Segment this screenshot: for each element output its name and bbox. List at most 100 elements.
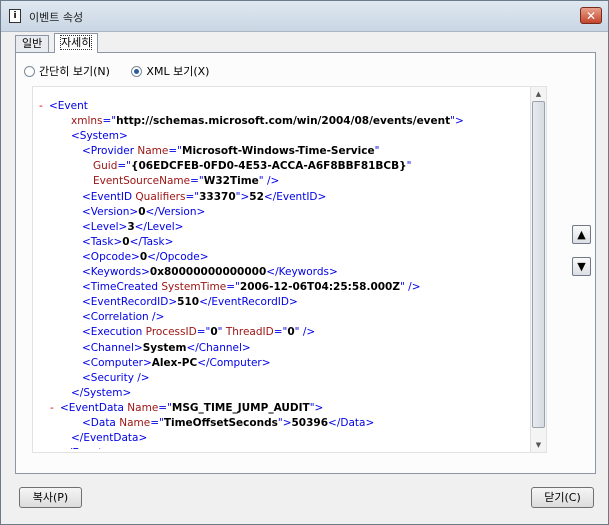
copy-button[interactable]: 복사(P) bbox=[19, 487, 82, 508]
xml-view-label: XML 보기(X) bbox=[146, 65, 210, 78]
xml-tag: <Computer> bbox=[82, 356, 152, 369]
xml-line: EventSourceName="W32Time" /> bbox=[39, 174, 529, 189]
xml-tag: =" bbox=[158, 401, 172, 414]
xml-tag: <Data bbox=[82, 416, 120, 429]
xml-line: </EventData> bbox=[39, 431, 529, 446]
tab-general[interactable]: 일반 bbox=[15, 35, 50, 52]
xml-view-radio[interactable]: XML 보기(X) bbox=[131, 63, 209, 79]
xml-attr: Name bbox=[137, 145, 169, 158]
xml-tag: " bbox=[406, 160, 412, 173]
xml-tag: "> bbox=[235, 190, 250, 203]
collapse-toggle[interactable]: - bbox=[50, 401, 54, 416]
xml-tag: </Keywords> bbox=[266, 266, 338, 279]
tab-details[interactable]: 자세히 bbox=[54, 33, 99, 53]
xml-val: 0 bbox=[287, 326, 295, 339]
xml-tag: </Task> bbox=[129, 235, 174, 248]
xml-val: 3 bbox=[127, 220, 135, 233]
xml-tag: </EventData> bbox=[71, 432, 148, 445]
xml-view-box[interactable]: - <Event xmlns="http://schemas.microsoft.c… bbox=[32, 86, 547, 453]
xml-line: <Execution ProcessID="0" ThreadID="0" /> bbox=[39, 325, 529, 340]
xml-tag: =" bbox=[190, 175, 204, 188]
xml-line: <Security /> bbox=[39, 371, 529, 386]
arrow-up-icon: ▲ bbox=[577, 228, 586, 241]
xml-val: 2006-12-06T04:25:58.000Z bbox=[239, 281, 400, 294]
xml-line: - <EventData Name="MSG_TIME_JUMP_AUDIT"> bbox=[39, 401, 529, 416]
xml-tag: " /> bbox=[294, 326, 316, 339]
xml-tag: "> bbox=[450, 115, 464, 128]
xml-tag: <Execution bbox=[82, 326, 146, 339]
xml-line: </System> bbox=[39, 386, 529, 401]
xml-val: TimeOffsetSeconds bbox=[163, 416, 278, 429]
xml-tag: <Provider bbox=[82, 145, 138, 158]
collapse-toggle[interactable]: - bbox=[39, 99, 43, 114]
xml-attr: Name bbox=[127, 401, 159, 414]
xml-attr: ProcessID bbox=[145, 326, 197, 339]
xml-tag: =" bbox=[102, 115, 117, 128]
xml-tag: =" bbox=[168, 145, 182, 158]
xml-line: <Opcode>0</Opcode> bbox=[39, 250, 529, 265]
xml-tag: " /> bbox=[258, 175, 280, 188]
xml-tag: =" bbox=[196, 326, 211, 339]
xml-line: <Level>3</Level> bbox=[39, 220, 529, 235]
friendly-view-label: 간단히 보기(N) bbox=[39, 65, 110, 78]
xml-line: <Correlation /> bbox=[39, 310, 529, 325]
xml-tag: </EventRecordID> bbox=[199, 296, 298, 309]
xml-attr: Guid bbox=[93, 160, 118, 173]
xml-line: xmlns="http://schemas.microsoft.com/win/… bbox=[39, 114, 529, 129]
xml-line: <EventRecordID>510</EventRecordID> bbox=[39, 295, 529, 310]
xml-tag: </Event> bbox=[60, 447, 111, 449]
scroll-thumb[interactable] bbox=[532, 101, 545, 428]
xml-attr: SystemTime bbox=[161, 281, 227, 294]
xml-line: <Data Name="TimeOffsetSeconds">50396</Da… bbox=[39, 416, 529, 431]
details-panel: 간단히 보기(N) XML 보기(X) - <Event xmlns="http:/… bbox=[15, 52, 596, 474]
xml-line: <Channel>System</Channel> bbox=[39, 341, 529, 356]
event-properties-window: i 이벤트 속성 ✕ 일반 자세히 간단히 보기(N) XML 보기(X) - <… bbox=[0, 0, 609, 525]
xml-tag: <Keywords> bbox=[82, 266, 150, 279]
xml-val: 33370 bbox=[199, 190, 236, 203]
next-event-button[interactable]: ▼ bbox=[572, 257, 591, 276]
xml-val: 52 bbox=[249, 190, 264, 203]
close-window-button[interactable]: ✕ bbox=[580, 7, 602, 24]
xml-val: System bbox=[142, 341, 187, 354]
xml-attr: EventSourceName bbox=[93, 175, 191, 188]
xml-line: <Keywords>0x80000000000000</Keywords> bbox=[39, 265, 529, 280]
xml-line: </Event> bbox=[39, 446, 529, 449]
xml-tag: </Data> bbox=[328, 416, 375, 429]
xml-tag: </Channel> bbox=[186, 341, 251, 354]
xml-attr: Name bbox=[119, 416, 151, 429]
xml-val: MSG_TIME_JUMP_AUDIT bbox=[171, 401, 310, 414]
view-mode-options: 간단히 보기(N) XML 보기(X) bbox=[24, 63, 209, 79]
friendly-view-radio[interactable]: 간단히 보기(N) bbox=[24, 63, 110, 79]
event-doc-icon: i bbox=[9, 9, 21, 23]
title-bar: i 이벤트 속성 ✕ bbox=[1, 1, 608, 32]
scroll-down-arrow-icon[interactable]: ▼ bbox=[533, 439, 544, 451]
xml-val: Alex-PC bbox=[151, 356, 198, 369]
xml-tag: <EventRecordID> bbox=[82, 296, 178, 309]
xml-val: 510 bbox=[177, 296, 200, 309]
xml-tag: " bbox=[374, 145, 380, 158]
xml-tag: <Event bbox=[49, 100, 88, 112]
xml-attr: xmlns bbox=[71, 115, 103, 128]
xml-tag: "> bbox=[277, 416, 292, 429]
close-button[interactable]: 닫기(C) bbox=[531, 487, 594, 508]
xml-val: http://schemas.microsoft.com/win/2004/08… bbox=[116, 115, 451, 128]
xml-tag: <EventData bbox=[60, 401, 128, 414]
xml-line: <Computer>Alex-PC</Computer> bbox=[39, 356, 529, 371]
xml-tag: <System> bbox=[71, 130, 128, 143]
xml-tag: </Version> bbox=[145, 205, 206, 218]
previous-event-button[interactable]: ▲ bbox=[572, 225, 591, 244]
xml-val: W32Time bbox=[203, 175, 259, 188]
xml-line: <System> bbox=[39, 129, 529, 144]
xml-tag: =" bbox=[117, 160, 132, 173]
xml-val: 0 bbox=[138, 205, 146, 218]
xml-attr: ThreadID bbox=[225, 326, 274, 339]
xml-tag: " /> bbox=[399, 281, 421, 294]
xml-tag: <Opcode> bbox=[82, 250, 140, 263]
xml-val: 0x80000000000000 bbox=[149, 266, 267, 279]
xml-tag: <Level> bbox=[82, 220, 128, 233]
scroll-up-arrow-icon[interactable]: ▲ bbox=[533, 88, 544, 100]
xml-tag: </Computer> bbox=[197, 356, 271, 369]
vertical-scrollbar[interactable]: ▲ ▼ bbox=[530, 87, 546, 452]
xml-tag: </Level> bbox=[134, 220, 184, 233]
xml-line: <Provider Name="Microsoft-Windows-Time-S… bbox=[39, 144, 529, 159]
